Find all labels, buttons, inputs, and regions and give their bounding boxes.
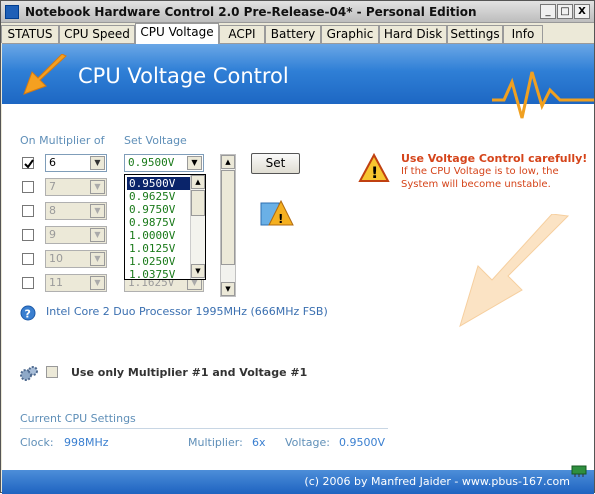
multiplier-3-select[interactable]: 8 ▼ [45,202,107,220]
voltage-dropdown-list[interactable]: 0.9500V 0.9625V 0.9750V 0.9875V 1.0000V … [124,174,206,281]
current-settings-heading: Current CPU Settings [20,412,136,425]
multiplier-3-checkbox[interactable] [22,205,34,217]
header-banner: CPU Voltage Control [2,44,594,119]
voltage-1-value: 0.9500V [128,156,175,169]
tab-info[interactable]: Info [503,25,543,43]
voltage-1-select[interactable]: 0.9500V ▼ [124,154,204,172]
multiplier-1-checkbox[interactable] [22,157,34,169]
tab-cpu-speed[interactable]: CPU Speed [59,25,135,43]
cpu-voltage-panel: CPU Voltage Control On Multiplier of Set… [2,43,594,494]
voltage-option[interactable]: 0.9625V [127,190,191,203]
close-button[interactable]: X [574,4,590,19]
svg-text:?: ? [25,308,31,321]
multiplier-4-value: 9 [49,228,56,241]
scroll-thumb[interactable] [191,190,205,216]
gears-icon [20,366,38,381]
arrow-logo-icon [23,54,67,95]
title-bar[interactable]: Notebook Hardware Control 2.0 Pre-Releas… [1,1,594,23]
app-window: Notebook Hardware Control 2.0 Pre-Releas… [0,0,595,494]
tab-graphic[interactable]: Graphic [321,25,379,43]
chevron-down-icon[interactable]: ▼ [187,156,202,170]
cpu-warning-icon: ! [260,199,294,226]
voltage-column-header: Set Voltage [124,134,187,147]
single-multiplier-label: Use only Multiplier #1 and Voltage #1 [71,366,308,379]
tab-battery[interactable]: Battery [265,25,321,43]
multiplier-label: Multiplier: [188,436,243,449]
clock-value: 998MHz [64,436,109,449]
chevron-down-icon[interactable]: ▼ [90,204,105,218]
scroll-thumb[interactable] [221,170,235,265]
multiplier-1-select[interactable]: 6 ▼ [45,154,107,172]
multiplier-2-checkbox[interactable] [22,181,34,193]
chevron-down-icon[interactable]: ▼ [90,228,105,242]
warning-line-2: System will become unstable. [401,179,551,190]
voltage-option[interactable]: 1.0250V [127,255,191,268]
multiplier-5-select[interactable]: 10 ▼ [45,250,107,268]
multiplier-value: 6x [252,436,266,449]
multiplier-1-value: 6 [49,156,56,169]
multiplier-column-header: On Multiplier of [20,134,105,147]
voltage-option[interactable]: 1.0375V [127,268,191,281]
scroll-down-icon[interactable]: ▼ [191,264,205,278]
check-mark-icon [24,159,34,169]
chevron-down-icon[interactable]: ▼ [90,252,105,266]
tab-hard-disk[interactable]: Hard Disk [379,25,447,43]
svg-text:!: ! [278,212,283,226]
scroll-up-icon[interactable]: ▲ [191,175,205,189]
tab-acpi[interactable]: ACPI [219,25,265,43]
copyright-text: (c) 2006 by Manfred Jaider - www.pbus-16… [304,475,570,488]
rows-scrollbar[interactable]: ▲ ▼ [220,154,236,297]
multiplier-5-checkbox[interactable] [22,253,34,265]
tab-status[interactable]: STATUS [1,25,59,43]
maximize-button[interactable]: □ [557,4,573,19]
clock-label: Clock: [20,436,54,449]
processor-info: Intel Core 2 Duo Processor 1995MHz (666M… [46,305,328,318]
help-icon: ? [20,305,36,321]
voltage-option[interactable]: 0.9500V [127,177,191,190]
svg-text:!: ! [371,163,378,182]
chevron-down-icon[interactable]: ▼ [90,156,105,170]
voltage-option[interactable]: 0.9750V [127,203,191,216]
footer-bar: (c) 2006 by Manfred Jaider - www.pbus-16… [2,465,594,494]
multiplier-6-value: 11 [49,276,63,289]
minimize-button[interactable]: _ [540,4,556,19]
scroll-up-icon[interactable]: ▲ [221,155,235,169]
tab-cpu-voltage[interactable]: CPU Voltage [135,23,219,44]
tab-bar: STATUS CPU Speed CPU Voltage ACPI Batter… [1,23,594,44]
multiplier-5-value: 10 [49,252,63,265]
app-icon [5,5,19,19]
dropdown-scrollbar[interactable]: ▲ ▼ [190,175,205,279]
voltage-option[interactable]: 1.0125V [127,242,191,255]
scroll-down-icon[interactable]: ▼ [221,282,235,296]
page-title: CPU Voltage Control [78,64,289,88]
warning-line-1: If the CPU Voltage is to low, the [401,166,559,177]
divider [20,428,388,429]
chevron-down-icon[interactable]: ▼ [90,276,105,290]
multiplier-4-select[interactable]: 9 ▼ [45,226,107,244]
watermark-arrow-icon [459,214,570,328]
waveform-icon [492,71,594,119]
voltage-option[interactable]: 0.9875V [127,216,191,229]
single-multiplier-checkbox[interactable] [46,366,58,378]
tab-settings[interactable]: Settings [447,25,503,43]
multiplier-2-select[interactable]: 7 ▼ [45,178,107,196]
multiplier-2-value: 7 [49,180,56,193]
voltage-option[interactable]: 1.0000V [127,229,191,242]
multiplier-6-select[interactable]: 11 ▼ [45,274,107,292]
warning-title: Use Voltage Control carefully! [401,152,588,165]
voltage-label: Voltage: [285,436,330,449]
multiplier-6-checkbox[interactable] [22,277,34,289]
window-title: Notebook Hardware Control 2.0 Pre-Releas… [25,5,477,19]
multiplier-3-value: 8 [49,204,56,217]
warning-triangle-icon: ! [358,153,390,182]
multiplier-4-checkbox[interactable] [22,229,34,241]
chevron-down-icon[interactable]: ▼ [90,180,105,194]
chip-icon [571,465,587,477]
voltage-value: 0.9500V [339,436,386,449]
set-button[interactable]: Set [251,153,300,174]
